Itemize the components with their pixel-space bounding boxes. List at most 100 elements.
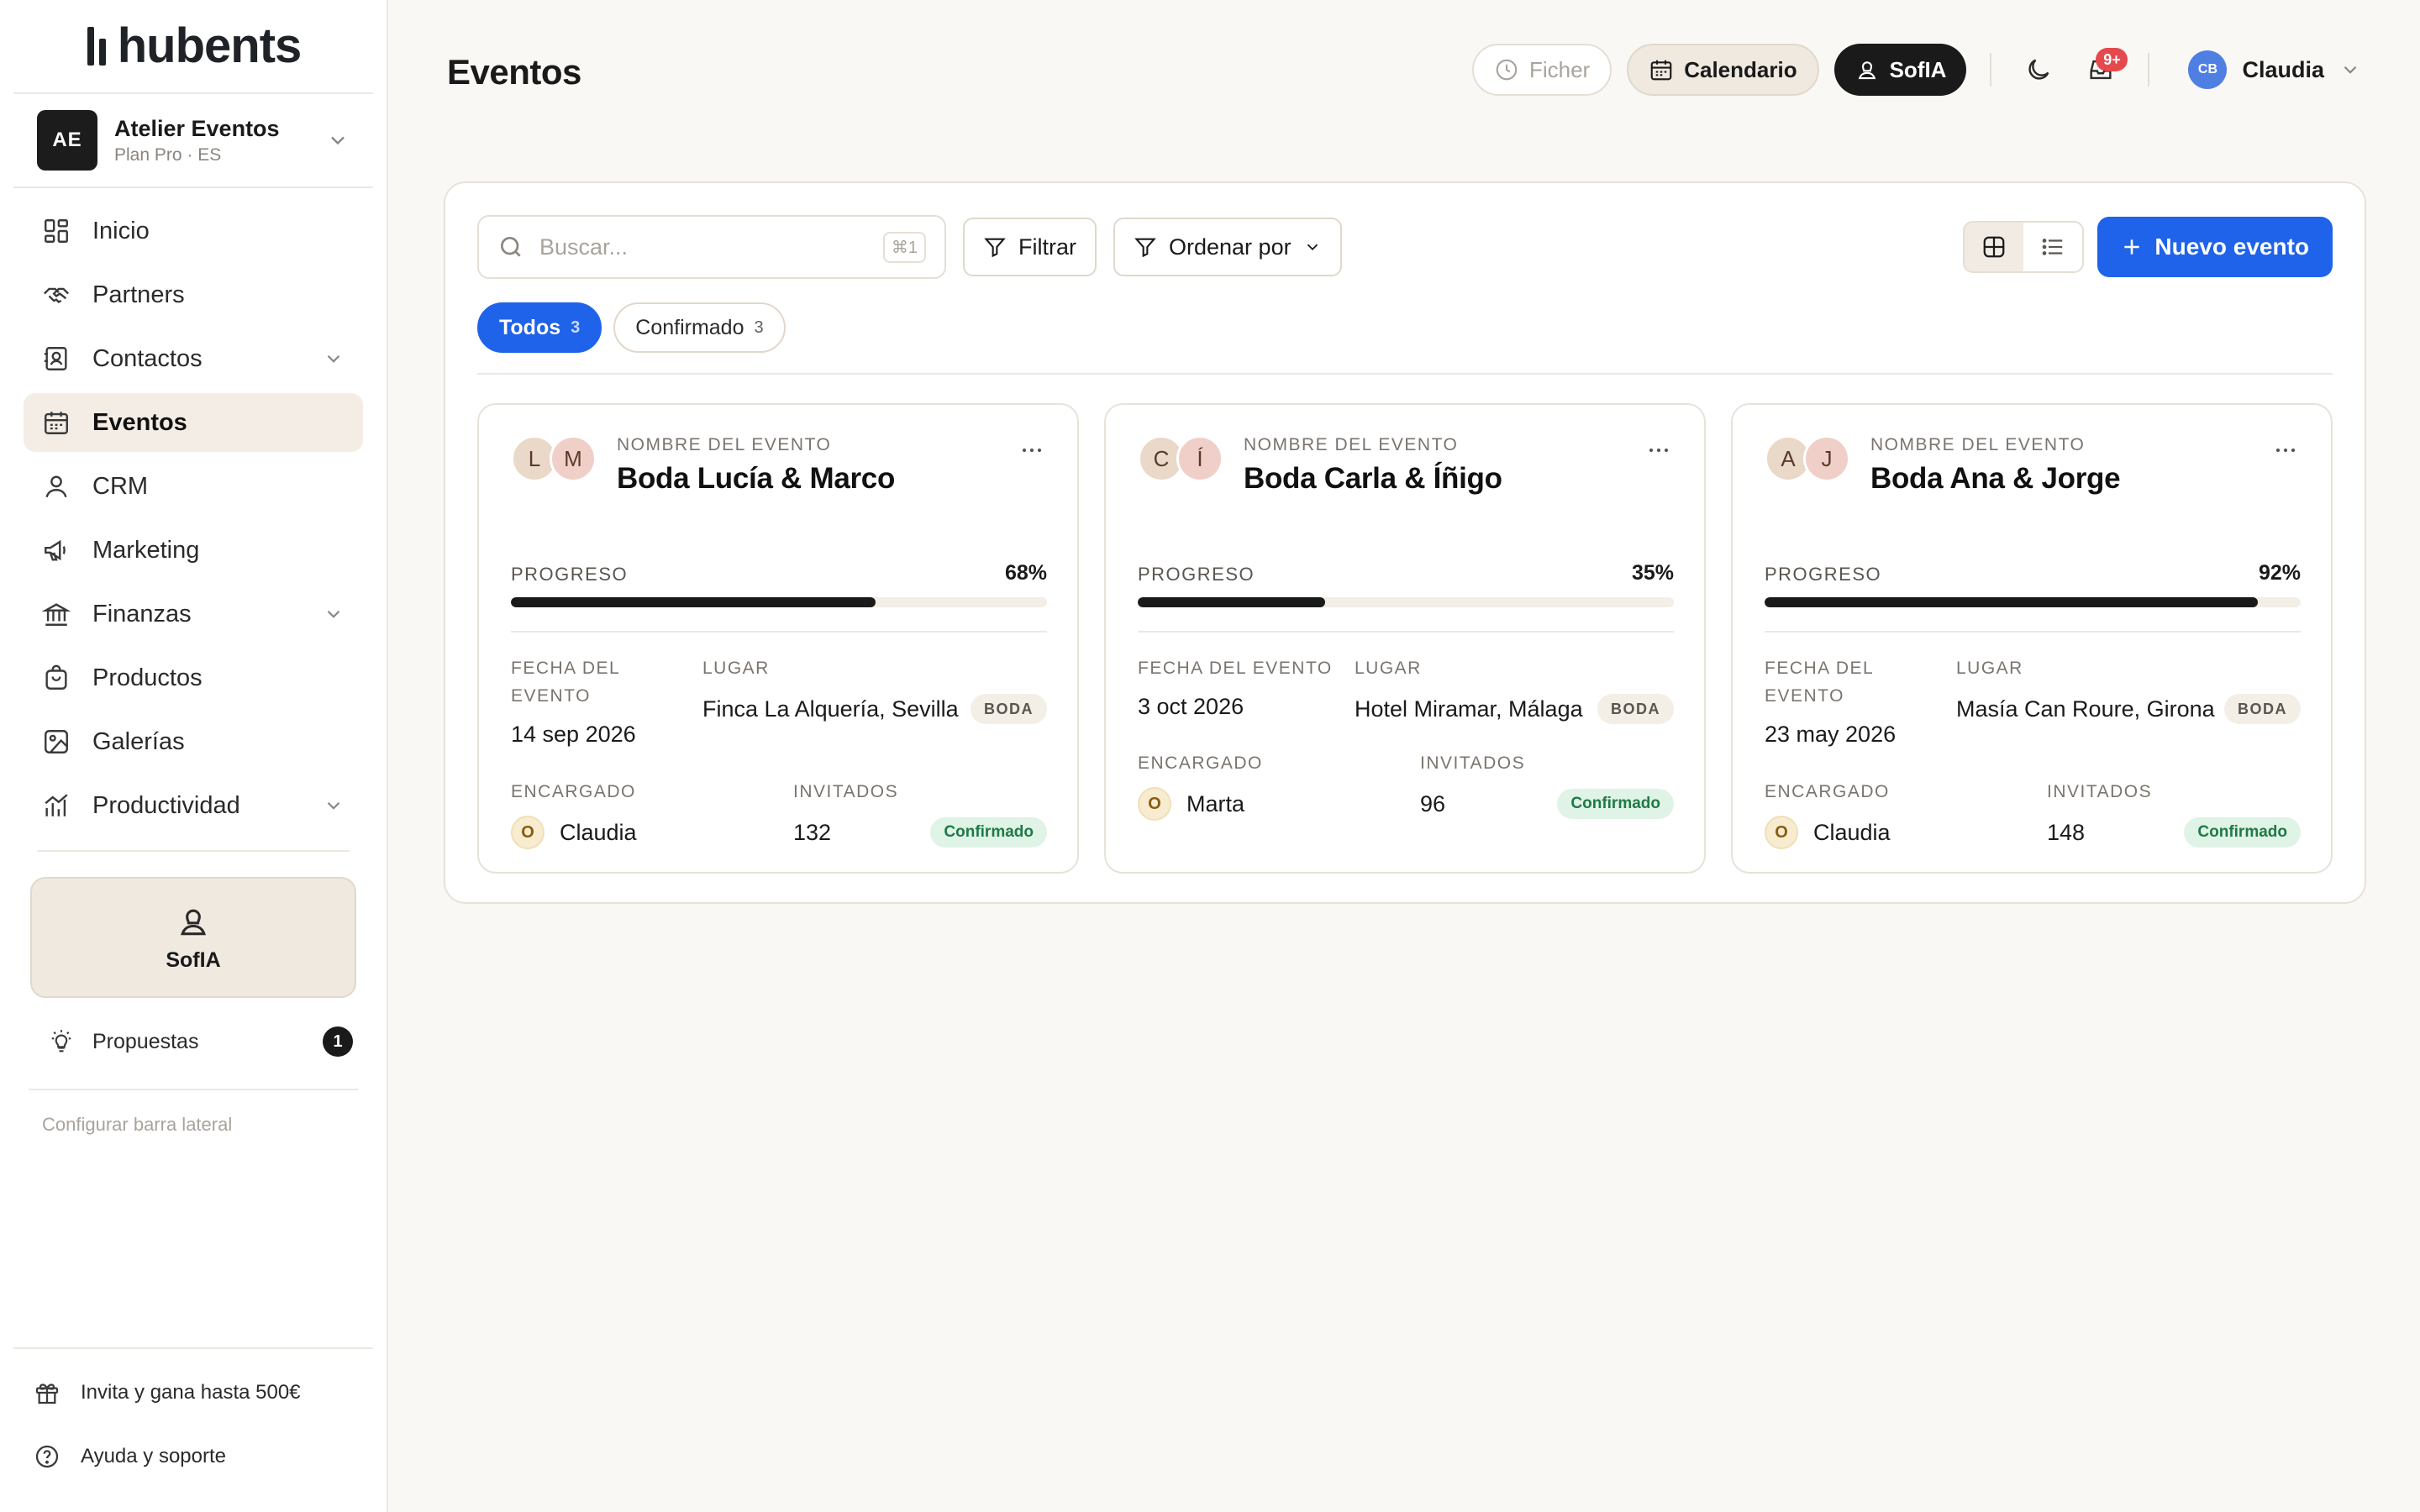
moon-icon [2028, 59, 2049, 80]
brand-logo[interactable]: hubents [13, 0, 373, 94]
grid-view-button[interactable] [1965, 223, 2024, 271]
sidebar-item-inicio[interactable]: Inicio [24, 202, 363, 260]
sidebar-item-crm[interactable]: CRM [24, 457, 363, 516]
event-card[interactable]: A J NOMBRE DEL EVENTO Boda Ana & Jorge P… [1731, 403, 2333, 874]
sidebar-item-label: Finanzas [92, 600, 192, 627]
sidebar-item-label: Eventos [92, 408, 187, 436]
chevron-down-icon [1307, 244, 1318, 251]
more-options-icon[interactable] [1017, 435, 1047, 465]
events-panel: ⌘1 Filtrar Ordenar por Nuevo evento Todo [444, 181, 2366, 904]
help-icon [35, 1445, 59, 1468]
status-tabs: Todos 3 Confirmado 3 [477, 302, 786, 353]
event-card[interactable]: C Í NOMBRE DEL EVENTO Boda Carla & Íñigo… [1104, 403, 1706, 874]
more-options-icon[interactable] [2270, 435, 2301, 465]
event-cards: L M NOMBRE DEL EVENTO Boda Lucía & Marco… [477, 403, 2333, 874]
header-actions: Ficher Calendario SofIA 9+ CB Claudia [1471, 44, 2361, 96]
sidebar-divider [29, 1089, 358, 1090]
search-box[interactable]: ⌘1 [477, 215, 946, 279]
avatar: O [1765, 816, 1798, 849]
calendar-label: Calendario [1684, 56, 1797, 82]
search-input[interactable] [539, 234, 868, 260]
page-title: Eventos [447, 52, 581, 92]
sofia-assistant-button[interactable]: SofIA [30, 877, 356, 998]
grid-icon [1984, 236, 2005, 258]
more-options-icon[interactable] [1644, 435, 1674, 465]
owner-label: ENCARGADO [1765, 782, 1890, 801]
filter-label: Filtrar [1018, 234, 1076, 260]
chevron-down-icon [331, 136, 345, 145]
date-label: FECHA DEL EVENTO [511, 659, 620, 706]
progress-value: 92% [2258, 561, 2301, 585]
sidebar-item-finanzas[interactable]: Finanzas [24, 585, 363, 643]
dark-mode-toggle[interactable] [2015, 46, 2062, 93]
configure-sidebar-link[interactable]: Configurar barra lateral [42, 1114, 345, 1136]
sidebar-item-productividad[interactable]: Productividad [24, 776, 363, 835]
event-date: 14 sep 2026 [511, 722, 636, 747]
tab-label: Confirmado [635, 315, 744, 339]
sidebar-item-contactos[interactable]: Contactos [24, 329, 363, 388]
sofia-label: SofIA [166, 948, 221, 972]
tabs-divider [477, 373, 2333, 375]
place-label: LUGAR [1956, 659, 2023, 678]
sidebar-item-partners[interactable]: Partners [24, 265, 363, 324]
sofia-header-button[interactable]: SofIA [1833, 44, 1967, 96]
event-card[interactable]: L M NOMBRE DEL EVENTO Boda Lucía & Marco… [477, 403, 1079, 874]
propuestas-link[interactable]: Propuestas 1 [49, 1016, 353, 1067]
status-badge: Confirmado [1557, 789, 1674, 819]
avatar: CB [2188, 50, 2228, 89]
user-menu[interactable]: CB Claudia [2188, 50, 2361, 89]
sidebar-divider [37, 850, 350, 852]
plus-icon [2124, 239, 2140, 255]
list-icon [2043, 239, 2063, 255]
event-title: Boda Carla & Íñigo [1244, 462, 1502, 495]
event-name-label: NOMBRE DEL EVENTO [1870, 435, 2086, 454]
invite-label: Invita y gana hasta 500€ [81, 1381, 301, 1404]
sidebar-item-marketing[interactable]: Marketing [24, 521, 363, 580]
brand-name: hubents [117, 18, 302, 73]
image-icon [45, 730, 68, 753]
guests-label: INVITADOS [793, 782, 899, 801]
gift-icon [35, 1383, 59, 1404]
new-event-button[interactable]: Nuevo evento [2097, 217, 2333, 277]
clock-icon [1496, 59, 1518, 81]
search-shortcut: ⌘1 [882, 231, 926, 263]
sidebar-item-label: Productos [92, 664, 203, 691]
status-badge: Confirmado [2184, 817, 2301, 848]
event-place: Hotel Miramar, Málaga [1355, 696, 1583, 722]
propuestas-label: Propuestas [92, 1029, 199, 1053]
help-link[interactable]: Ayuda y soporte [13, 1425, 373, 1488]
chevron-down-icon [327, 610, 340, 618]
view-toggle [1963, 221, 2085, 273]
tab-todos[interactable]: Todos 3 [477, 302, 602, 353]
invite-link[interactable]: Invita y gana hasta 500€ [13, 1361, 373, 1425]
guests-count: 96 [1420, 790, 1446, 816]
header-divider [1990, 53, 1992, 87]
calendar-icon [45, 412, 68, 434]
events-toolbar: ⌘1 Filtrar Ordenar por Nuevo evento [477, 215, 2333, 279]
search-icon [501, 237, 521, 257]
user-name: Claudia [2242, 56, 2324, 82]
sidebar-item-galerias[interactable]: Galerías [24, 712, 363, 771]
event-type-tag: BODA [971, 694, 1047, 724]
sidebar-item-label: Contactos [92, 344, 203, 372]
sidebar-item-productos[interactable]: Productos [24, 648, 363, 707]
filter-icon [984, 238, 1006, 258]
clock-in-button[interactable]: Ficher [1471, 44, 1612, 96]
sort-button[interactable]: Ordenar por [1113, 218, 1342, 276]
event-owner: Claudia [560, 819, 637, 845]
avatar: O [1138, 787, 1171, 821]
event-name-label: NOMBRE DEL EVENTO [1244, 435, 1459, 454]
calendar-button[interactable]: Calendario [1627, 44, 1819, 96]
filter-button[interactable]: Filtrar [963, 218, 1097, 276]
progress-bar-fill [1765, 597, 2258, 607]
owner-label: ENCARGADO [1138, 753, 1263, 773]
list-view-button[interactable] [2023, 223, 2082, 271]
workspace-switcher[interactable]: AE Atelier Eventos Plan Pro · ES [13, 94, 373, 188]
assistant-icon [181, 909, 206, 935]
avatar: J [1803, 435, 1850, 482]
sidebar-item-eventos[interactable]: Eventos [24, 393, 363, 452]
chart-icon [45, 794, 68, 816]
event-owner: Marta [1186, 790, 1245, 816]
notifications-button[interactable]: 9+ [2077, 46, 2128, 93]
tab-confirmado[interactable]: Confirmado 3 [613, 302, 786, 353]
